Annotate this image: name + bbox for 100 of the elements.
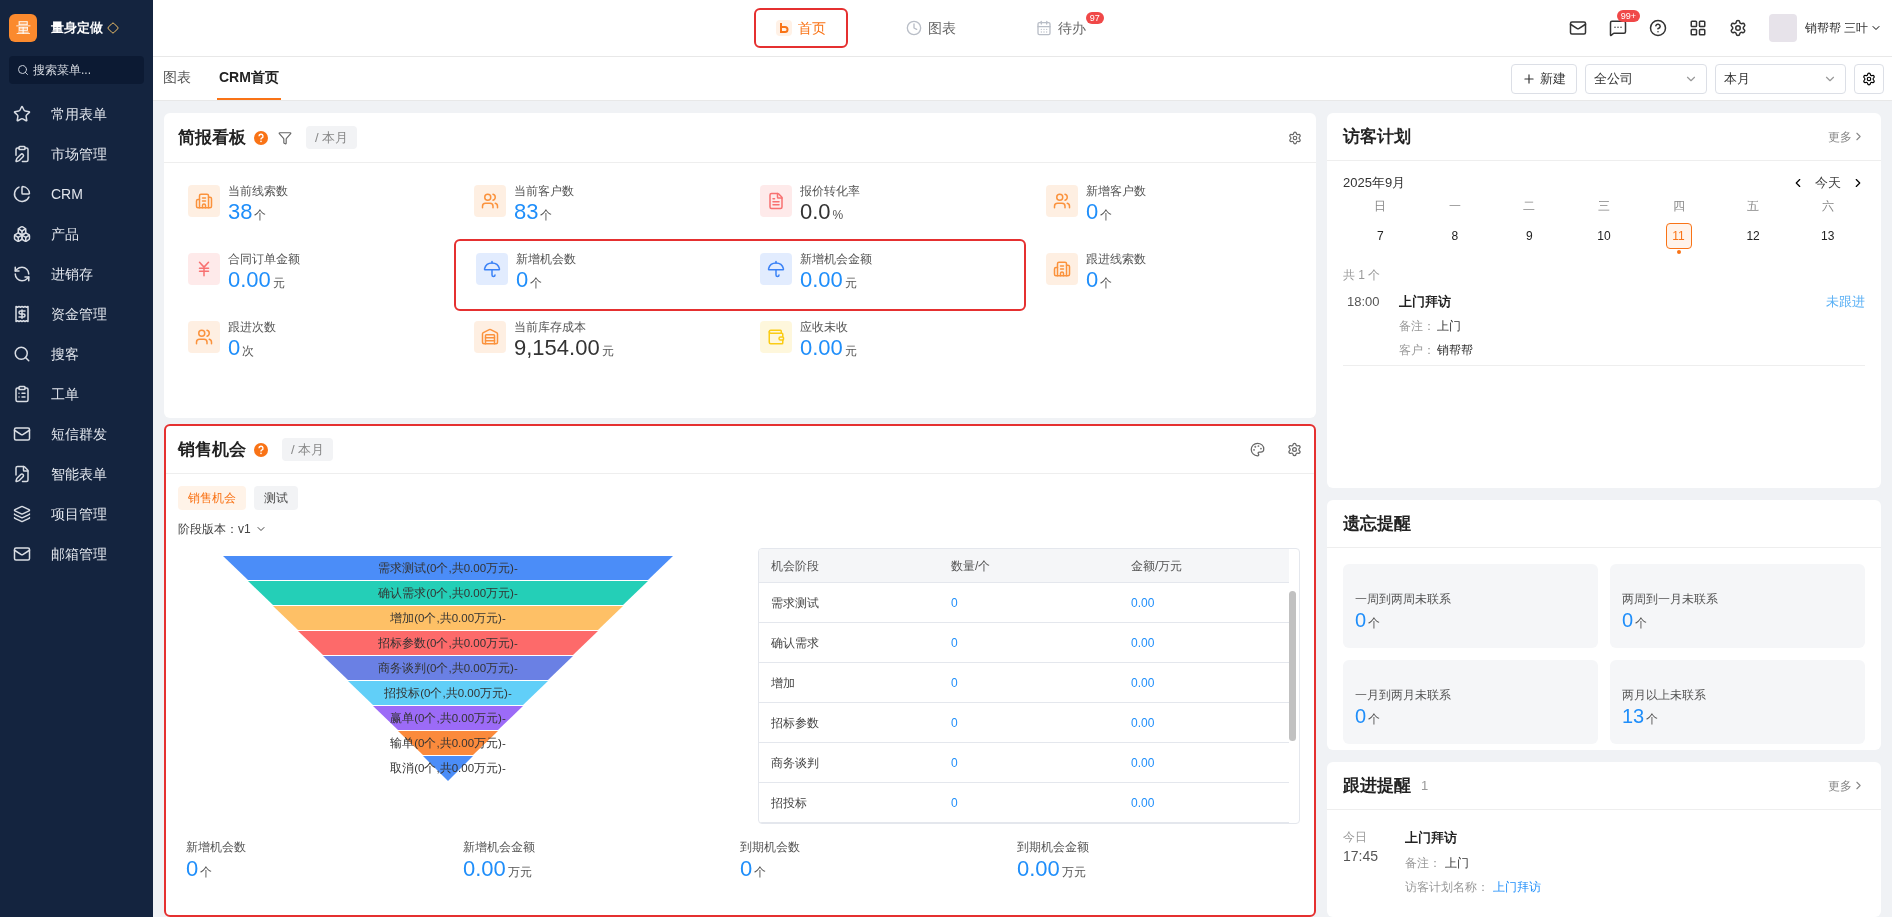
metric-value: 38 xyxy=(228,199,253,225)
calendar-day[interactable]: 13 xyxy=(1814,222,1841,249)
metric-value: 0.0 xyxy=(800,199,831,225)
weekday-label: 一 xyxy=(1448,197,1461,215)
menu-search-field[interactable]: 搜索菜单... xyxy=(9,56,144,84)
new-button[interactable]: 新建 xyxy=(1511,63,1577,94)
reminder-card[interactable]: 两周到一月未联系 0个 xyxy=(1610,564,1865,648)
boxes-icon xyxy=(13,225,31,243)
sidebar-item[interactable]: 产品 xyxy=(0,214,153,254)
stat-unit: 个 xyxy=(754,864,767,881)
funnel-label: 商务谈判(0个,共0.00万元)- xyxy=(378,661,518,676)
metric-label: 新增机会金额 xyxy=(800,251,872,267)
badge: 97 xyxy=(1085,12,1104,24)
sidebar-item[interactable]: 市场管理 xyxy=(0,134,153,174)
page-tab[interactable]: CRM首页 xyxy=(217,57,281,100)
scrollbar-thumb[interactable] xyxy=(1289,591,1296,741)
metric-value: 0 xyxy=(1086,267,1099,293)
mail-icon xyxy=(13,545,31,563)
panel-title: 简报看板 xyxy=(178,126,246,149)
users-icon xyxy=(481,192,499,210)
table-cell-text: 0.00 xyxy=(1131,794,1156,812)
company-select[interactable]: 全公司 xyxy=(1585,63,1707,94)
sidebar-item[interactable]: 搜客 xyxy=(0,334,153,374)
field-value: 上门 xyxy=(1445,854,1469,872)
settings-icon[interactable] xyxy=(1288,130,1302,145)
column-header: 金额/万元 xyxy=(1131,557,1184,575)
top-nav-tab[interactable]: 待办 97 xyxy=(1013,8,1108,48)
building-icon xyxy=(195,192,213,210)
metric-unit: 元 xyxy=(844,343,857,360)
reminder-card[interactable]: 两月以上未联系 13个 xyxy=(1610,660,1865,744)
brand-logo: 量 xyxy=(9,14,37,42)
metric-value: 0.00 xyxy=(228,267,271,293)
filter-icon[interactable] xyxy=(278,130,292,145)
stage-version-select[interactable]: 阶段版本：v1 xyxy=(166,520,279,538)
plan-link[interactable]: 上门拜访 xyxy=(1493,877,1541,896)
mail-icon[interactable] xyxy=(1568,19,1587,37)
metric-value: 83 xyxy=(514,199,539,225)
sidebar-item[interactable]: CRM xyxy=(0,174,153,214)
event-time: 18:00 xyxy=(1346,292,1381,311)
brand-icon xyxy=(775,20,792,36)
form-icon xyxy=(13,465,31,483)
period-select[interactable]: 本月 xyxy=(1715,63,1846,94)
calendar-day[interactable]: 9 xyxy=(1516,222,1543,249)
user-name[interactable]: 销帮帮 三叶 xyxy=(1804,19,1868,37)
calendar-day[interactable]: 12 xyxy=(1740,222,1767,249)
calendar-day[interactable]: 10 xyxy=(1591,222,1617,249)
metric-unit: 元 xyxy=(272,275,285,292)
settings-icon[interactable] xyxy=(1287,442,1302,457)
sidebar-item[interactable]: 邮箱管理 xyxy=(0,534,153,574)
sidebar-item[interactable]: 进销存 xyxy=(0,254,153,294)
help-icon xyxy=(254,442,268,457)
metric-unit: % xyxy=(832,207,844,224)
reminder-card[interactable]: 一月到两月未联系 0个 xyxy=(1343,660,1598,744)
settings-icon[interactable] xyxy=(1728,19,1747,37)
apps-grid-icon[interactable] xyxy=(1688,19,1707,37)
metric-label: 跟进线索数 xyxy=(1086,251,1146,267)
palette-icon[interactable] xyxy=(1250,442,1265,457)
stat-label: 到期机会数 xyxy=(740,839,801,856)
help-icon[interactable] xyxy=(1648,19,1667,37)
table-cell-text: 0.00 xyxy=(1131,754,1156,772)
calendar-day[interactable]: 7 xyxy=(1367,222,1394,249)
today-button[interactable]: 今天 xyxy=(1815,173,1841,193)
sidebar-item[interactable]: 短信群发 xyxy=(0,414,153,454)
sidebar-item[interactable]: 智能表单 xyxy=(0,454,153,494)
settings-button[interactable] xyxy=(1854,63,1884,94)
sidebar-item[interactable]: 项目管理 xyxy=(0,494,153,534)
message-icon[interactable] xyxy=(1608,19,1627,37)
table-cell-text: 0.00 xyxy=(1131,674,1156,692)
sidebar-item[interactable]: 资金管理 xyxy=(0,294,153,334)
column-header: 机会阶段 xyxy=(771,557,820,575)
sub-tab[interactable]: 测试 xyxy=(254,486,298,510)
stat-unit: 个 xyxy=(200,864,213,881)
field-value: 上门 xyxy=(1437,318,1461,335)
funnel-label: 需求测试(0个,共0.00万元)- xyxy=(378,561,518,576)
page-tab[interactable]: 图表 xyxy=(161,57,193,100)
metric-value: 0 xyxy=(228,335,241,361)
field-label: 客户： xyxy=(1399,342,1435,359)
settings-icon xyxy=(1862,71,1876,86)
sidebar-item[interactable]: 工单 xyxy=(0,374,153,414)
stat-label: 到期机会金额 xyxy=(1017,839,1090,856)
sidebar-item[interactable]: 常用表单 xyxy=(0,94,153,134)
weekday-label: 二 xyxy=(1523,197,1536,215)
table-cell-text: 0.00 xyxy=(1131,714,1156,732)
help-icon xyxy=(254,130,268,145)
field-value: 销帮帮 xyxy=(1437,342,1473,359)
clipboard-list-icon xyxy=(13,385,31,403)
top-nav-tab[interactable]: 图表 xyxy=(883,8,978,48)
funnel-label: 确认需求(0个,共0.00万元)- xyxy=(378,586,518,601)
pie-chart-icon xyxy=(13,185,31,203)
umbrella-icon xyxy=(483,260,501,278)
metric-value: 0.00 xyxy=(800,335,843,361)
more-link[interactable]: 更多 xyxy=(1828,127,1865,146)
metric-unit: 元 xyxy=(601,343,614,360)
reminder-card[interactable]: 一周到两周未联系 0个 xyxy=(1343,564,1598,648)
card-label: 一周到两周未联系 xyxy=(1355,591,1452,608)
umbrella-icon xyxy=(767,260,785,278)
card-value: 13 xyxy=(1622,704,1645,728)
month-label: 2025年9月 xyxy=(1343,174,1406,192)
more-link[interactable]: 更多 xyxy=(1828,776,1865,795)
calendar-day[interactable]: 8 xyxy=(1441,222,1468,249)
